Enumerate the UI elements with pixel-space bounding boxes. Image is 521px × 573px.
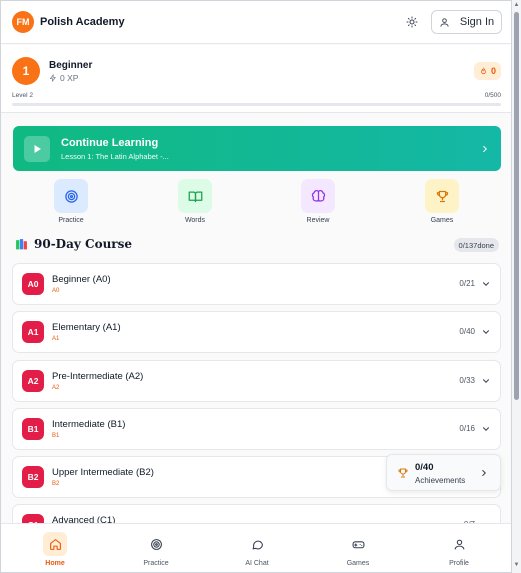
chat-icon: [252, 540, 263, 549]
level-name: Upper Intermediate (B2): [52, 467, 154, 478]
nav-label: Practice: [143, 560, 169, 567]
books-icon: [16, 238, 27, 249]
achievements-label: Achievements: [415, 476, 466, 485]
quick-action-review[interactable]: Review: [288, 179, 348, 224]
sign-in-button[interactable]: Sign In: [431, 10, 502, 34]
level-name: Elementary (A1): [52, 322, 121, 333]
vertical-scrollbar[interactable]: ▲ ▼: [512, 0, 521, 573]
level-title: Beginner: [49, 60, 93, 71]
chevron-right-icon: [483, 145, 487, 152]
nav-home[interactable]: Home: [25, 524, 85, 572]
nav-practice[interactable]: Practice: [126, 524, 186, 572]
level-sub: B1: [52, 433, 60, 439]
scrollbar-thumb[interactable]: [514, 12, 519, 400]
level-row-a1[interactable]: A1 Elementary (A1) A1 0/40: [12, 311, 501, 353]
quick-action-label: Review: [306, 217, 330, 224]
nav-ai-chat[interactable]: AI Chat: [227, 524, 287, 572]
course-progress-badge: 0/137done: [453, 238, 499, 252]
theme-toggle-button[interactable]: [402, 12, 422, 32]
level-sub: A0: [52, 288, 60, 294]
brand-logo[interactable]: FM: [12, 11, 34, 33]
achievements-count: 0/40: [415, 462, 434, 473]
level-code-badge: B1: [22, 418, 44, 440]
course-heading: 90-Day Course: [15, 237, 132, 251]
chevron-down-icon[interactable]: [481, 376, 491, 386]
level-name: Intermediate (B1): [52, 419, 126, 430]
level-sub: B2: [52, 481, 60, 487]
level-code-badge: A2: [22, 370, 44, 392]
sun-icon: [406, 16, 418, 28]
quick-action-practice[interactable]: Practice: [41, 179, 101, 224]
target-icon: [64, 189, 78, 203]
sign-in-label: Sign In: [459, 16, 495, 28]
continue-subtitle: Lesson 1: The Latin Alphabet -...: [61, 151, 169, 161]
level-sub: A2: [52, 385, 60, 391]
target-icon: [150, 538, 162, 550]
nav-label: Games: [346, 560, 370, 567]
gamepad-icon: [352, 540, 364, 548]
chevron-right-icon: [482, 469, 486, 477]
level-progress-bar: [12, 103, 501, 106]
chevron-down-icon[interactable]: [481, 424, 491, 434]
course-title: 90-Day Course: [34, 237, 133, 251]
user-icon: [454, 539, 464, 549]
nav-label: Profile: [449, 560, 469, 567]
home-icon: [49, 538, 61, 550]
trophy-icon: [436, 190, 448, 202]
xp-value: 0 XP: [60, 73, 79, 83]
level-code-badge: B2: [22, 466, 44, 488]
level-row-b1[interactable]: B1 Intermediate (B1) B1 0/16: [12, 408, 501, 450]
level-name: Pre-Intermediate (A2): [52, 371, 144, 382]
nav-label: AI Chat: [245, 560, 269, 567]
continue-learning-button[interactable]: Continue Learning Lesson 1: The Latin Al…: [13, 126, 501, 171]
next-level-label: Level 2: [12, 92, 33, 99]
streak-badge[interactable]: 0: [473, 62, 501, 80]
top-header: FM Polish Academy Sign In: [1, 1, 511, 44]
streak-count: 0: [490, 66, 496, 76]
lightning-icon: [50, 74, 56, 82]
achievements-popup[interactable]: 0/40 Achievements: [386, 454, 501, 491]
play-icon: [24, 135, 50, 162]
brain-icon: [311, 189, 325, 202]
quick-action-words[interactable]: Words: [165, 179, 225, 224]
level-count: 0/33: [459, 376, 475, 385]
scroll-up-arrow[interactable]: ▲: [513, 2, 520, 9]
xp-display: 0 XP: [49, 73, 78, 83]
level-count: 0/16: [459, 424, 475, 433]
level-card: 1 Beginner 0 XP 0 Level 2 0/500: [1, 45, 511, 113]
continue-title: Continue Learning: [61, 136, 159, 149]
book-icon: [188, 191, 202, 202]
level-count: 0/40: [459, 327, 475, 336]
level-row-a2[interactable]: A2 Pre-Intermediate (A2) A2 0/33: [12, 360, 501, 402]
chevron-down-icon[interactable]: [481, 327, 491, 337]
scroll-down-arrow[interactable]: ▼: [513, 562, 520, 569]
brand-name[interactable]: Polish Academy: [40, 16, 125, 28]
trophy-icon: [398, 468, 408, 478]
chevron-down-icon[interactable]: [481, 279, 491, 289]
level-name: Beginner (A0): [52, 274, 111, 285]
quick-action-label: Games: [430, 217, 454, 224]
quick-action-label: Practice: [58, 217, 84, 224]
nav-label: Home: [45, 560, 65, 567]
flame-icon: [481, 67, 486, 74]
level-badge: 1: [12, 57, 40, 85]
level-row-a0[interactable]: A0 Beginner (A0) A0 0/21: [12, 263, 501, 305]
user-icon: [440, 17, 449, 27]
level-count: 0/21: [459, 279, 475, 288]
quick-action-label: Words: [184, 217, 206, 224]
nav-profile[interactable]: Profile: [429, 524, 489, 572]
level-sub: A1: [52, 336, 60, 342]
level-progress-text: 0/500: [484, 92, 501, 99]
nav-games[interactable]: Games: [328, 524, 388, 572]
bottom-navigation: Home Practice AI Chat Games Profile: [1, 523, 511, 572]
app-window: FM Polish Academy Sign In 1 Beginner 0 X…: [0, 0, 512, 573]
level-code-badge: A1: [22, 321, 44, 343]
level-code-badge: A0: [22, 273, 44, 295]
quick-action-games[interactable]: Games: [412, 179, 472, 224]
